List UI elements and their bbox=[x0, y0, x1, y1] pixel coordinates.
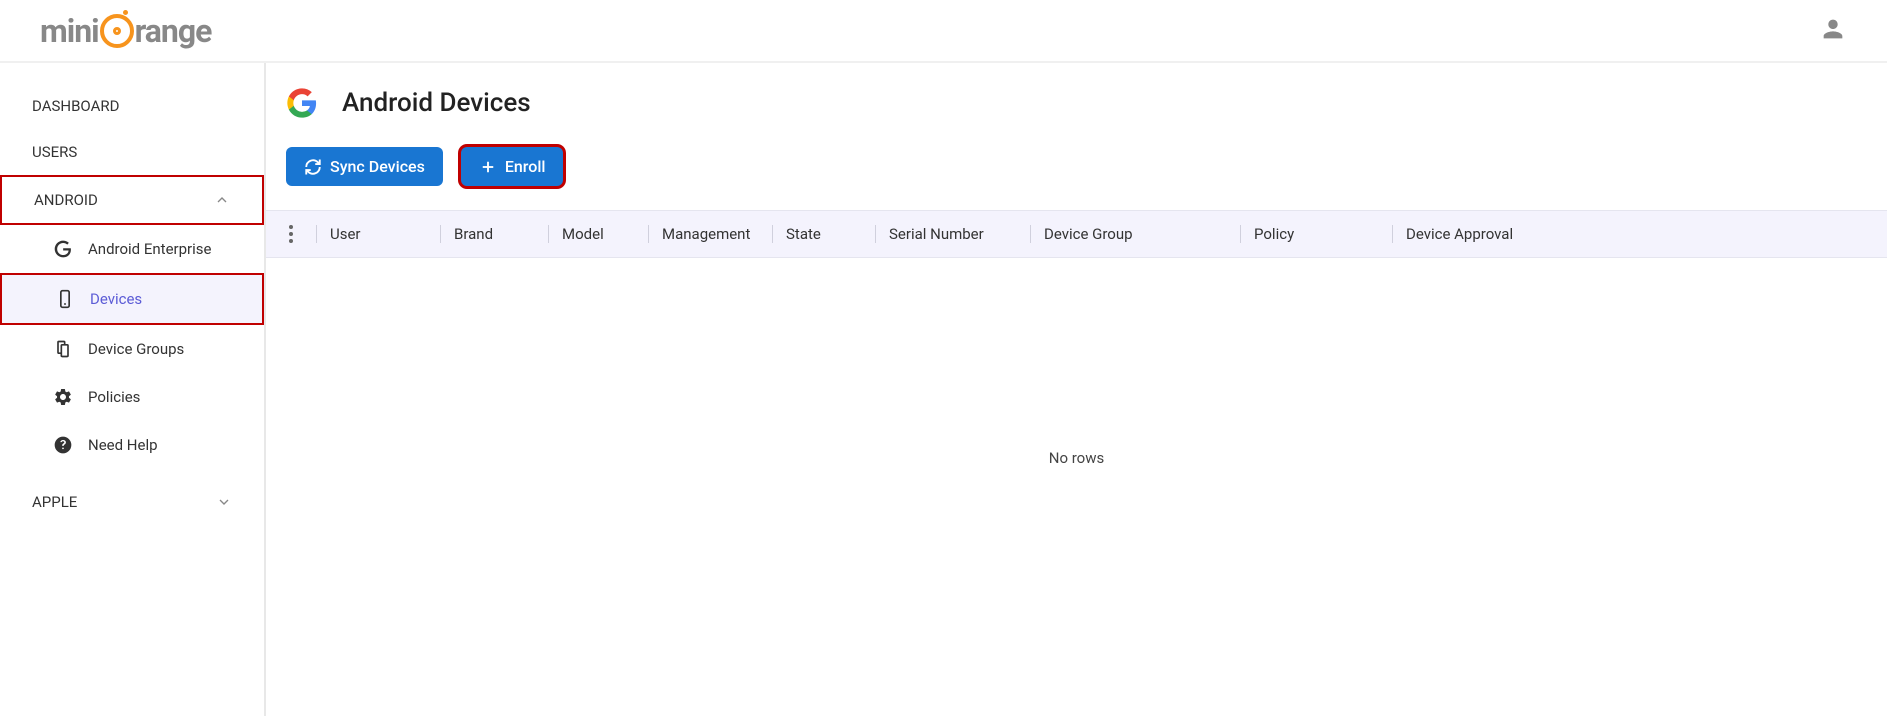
enroll-button[interactable]: Enroll bbox=[461, 147, 564, 186]
devices-table: User Brand Model Management State Serial… bbox=[266, 210, 1887, 658]
gear-icon bbox=[52, 386, 74, 408]
sidebar-label: ANDROID bbox=[34, 191, 98, 209]
chevron-up-icon bbox=[214, 192, 230, 208]
button-label: Enroll bbox=[505, 157, 546, 176]
column-header-model[interactable]: Model bbox=[548, 211, 648, 257]
sidebar: DASHBOARD USERS ANDROID Android Enterpri… bbox=[0, 63, 266, 716]
brand-suffix: range bbox=[135, 12, 212, 50]
brand-prefix: mini bbox=[40, 12, 99, 50]
column-header-policy[interactable]: Policy bbox=[1240, 211, 1392, 257]
user-icon bbox=[1819, 15, 1847, 43]
sync-icon bbox=[304, 158, 322, 176]
google-logo-icon bbox=[286, 87, 318, 119]
brand-logo: mini range bbox=[40, 12, 211, 50]
table-header-row: User Brand Model Management State Serial… bbox=[266, 210, 1887, 258]
sidebar-subitem-policies[interactable]: Policies bbox=[0, 373, 264, 421]
sidebar-subitem-devices[interactable]: Devices bbox=[0, 273, 264, 325]
column-header-device-approval[interactable]: Device Approval bbox=[1392, 211, 1887, 257]
plus-icon bbox=[479, 158, 497, 176]
table-body: No rows bbox=[266, 258, 1887, 658]
page-header: Android Devices bbox=[266, 87, 1887, 119]
column-header-state[interactable]: State bbox=[772, 211, 875, 257]
sidebar-item-users[interactable]: USERS bbox=[0, 129, 264, 175]
sidebar-subitem-label: Android Enterprise bbox=[88, 240, 211, 258]
sidebar-subitem-label: Need Help bbox=[88, 436, 158, 454]
app-header: mini range bbox=[0, 0, 1887, 63]
phone-icon bbox=[54, 288, 76, 310]
column-header-user[interactable]: User bbox=[316, 211, 440, 257]
main-content: Android Devices Sync Devices Enroll bbox=[266, 63, 1887, 716]
sidebar-subitem-label: Policies bbox=[88, 388, 140, 406]
sync-devices-button[interactable]: Sync Devices bbox=[286, 147, 443, 186]
toolbar: Sync Devices Enroll bbox=[266, 147, 1887, 186]
column-header-management[interactable]: Management bbox=[648, 211, 772, 257]
device-groups-icon bbox=[52, 338, 74, 360]
sidebar-label: DASHBOARD bbox=[32, 97, 119, 115]
column-menu-button[interactable] bbox=[266, 211, 316, 257]
brand-orange-icon bbox=[100, 14, 134, 48]
sidebar-subitem-device-groups[interactable]: Device Groups bbox=[0, 325, 264, 373]
sidebar-subitem-need-help[interactable]: Need Help bbox=[0, 421, 264, 469]
user-menu-button[interactable] bbox=[1819, 15, 1847, 47]
sidebar-subitem-label: Device Groups bbox=[88, 340, 184, 358]
column-header-device-group[interactable]: Device Group bbox=[1030, 211, 1240, 257]
empty-state-text: No rows bbox=[1049, 449, 1104, 467]
column-header-serial[interactable]: Serial Number bbox=[875, 211, 1030, 257]
kebab-icon bbox=[289, 225, 293, 243]
help-icon bbox=[52, 434, 74, 456]
sidebar-item-dashboard[interactable]: DASHBOARD bbox=[0, 83, 264, 129]
sidebar-subitem-label: Devices bbox=[90, 290, 142, 308]
sidebar-item-android[interactable]: ANDROID bbox=[0, 175, 264, 225]
sidebar-label: USERS bbox=[32, 143, 77, 161]
chevron-down-icon bbox=[216, 494, 232, 510]
sidebar-subitem-android-enterprise[interactable]: Android Enterprise bbox=[0, 225, 264, 273]
page-title: Android Devices bbox=[342, 88, 531, 118]
button-label: Sync Devices bbox=[330, 157, 425, 176]
column-header-brand[interactable]: Brand bbox=[440, 211, 548, 257]
sidebar-item-apple[interactable]: APPLE bbox=[0, 479, 264, 525]
google-g-icon bbox=[52, 238, 74, 260]
sidebar-label: APPLE bbox=[32, 493, 77, 511]
